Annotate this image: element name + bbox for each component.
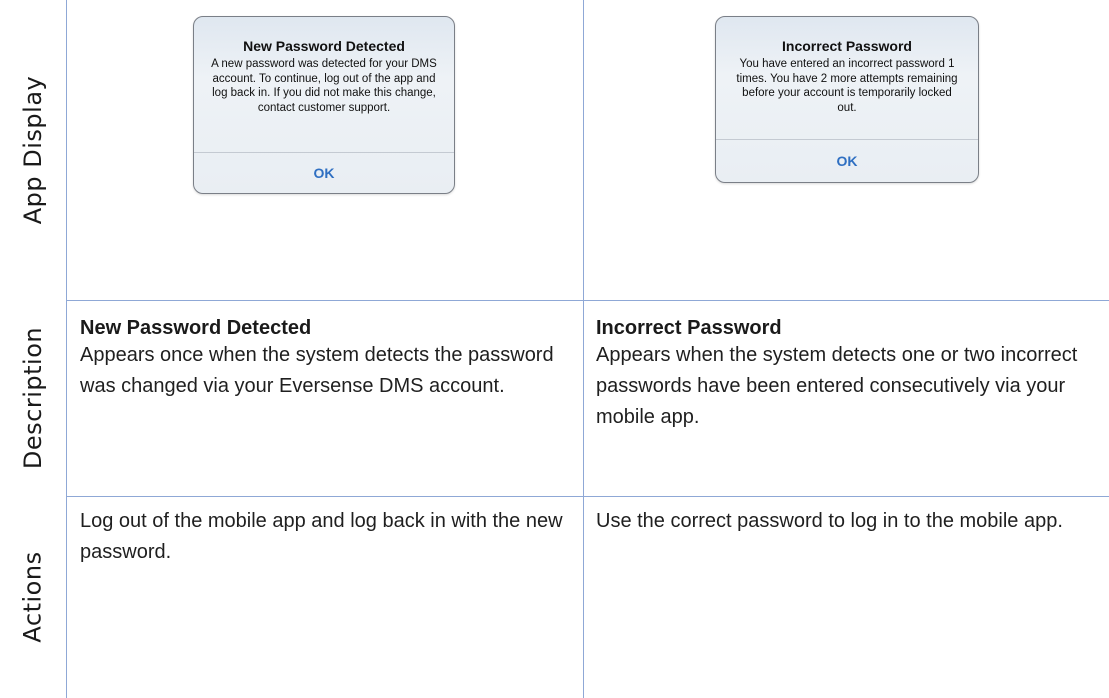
new-password-alert-button-area: OK bbox=[194, 152, 454, 193]
left-description-title: New Password Detected bbox=[80, 317, 312, 339]
left-actions-cell: Log out of the mobile app and log back i… bbox=[80, 506, 575, 568]
incorrect-password-alert-button-area: OK bbox=[716, 139, 978, 182]
right-description-text: Appears when the system detects one or t… bbox=[596, 344, 1078, 428]
new-password-ok-button[interactable]: OK bbox=[314, 165, 335, 181]
row-label-actions-text: Actions bbox=[19, 551, 48, 643]
left-description-text: Appears once when the system detects the… bbox=[80, 344, 554, 397]
new-password-alert: New Password Detected A new password was… bbox=[193, 16, 455, 194]
right-actions-cell: Use the correct password to log in to th… bbox=[596, 506, 1101, 537]
row-label-description: Description bbox=[0, 300, 66, 496]
row-label-app-display-text: App Display bbox=[19, 75, 48, 225]
incorrect-password-alert-title: Incorrect Password bbox=[782, 38, 912, 54]
alerts-table: App Display Description Actions New Pass… bbox=[0, 0, 1109, 698]
left-actions-text: Log out of the mobile app and log back i… bbox=[80, 510, 563, 563]
right-description-title: Incorrect Password bbox=[596, 317, 782, 339]
row-label-actions: Actions bbox=[0, 496, 66, 698]
right-description-cell: Incorrect Password Appears when the syst… bbox=[596, 316, 1101, 433]
row-label-description-text: Description bbox=[19, 326, 47, 470]
middle-column-divider bbox=[583, 0, 584, 698]
new-password-alert-title: New Password Detected bbox=[243, 38, 405, 54]
incorrect-password-ok-button[interactable]: OK bbox=[837, 153, 858, 169]
incorrect-password-alert: Incorrect Password You have entered an i… bbox=[715, 16, 979, 183]
right-actions-text: Use the correct password to log in to th… bbox=[596, 510, 1063, 532]
row-divider-1 bbox=[66, 300, 1109, 301]
row-label-app-display: App Display bbox=[0, 0, 66, 300]
new-password-alert-message: A new password was detected for your DMS… bbox=[211, 58, 437, 114]
left-description-cell: New Password Detected Appears once when … bbox=[80, 316, 570, 402]
incorrect-password-alert-message: You have entered an incorrect password 1… bbox=[736, 58, 958, 114]
left-column-divider bbox=[66, 0, 67, 698]
row-divider-2 bbox=[66, 496, 1109, 497]
